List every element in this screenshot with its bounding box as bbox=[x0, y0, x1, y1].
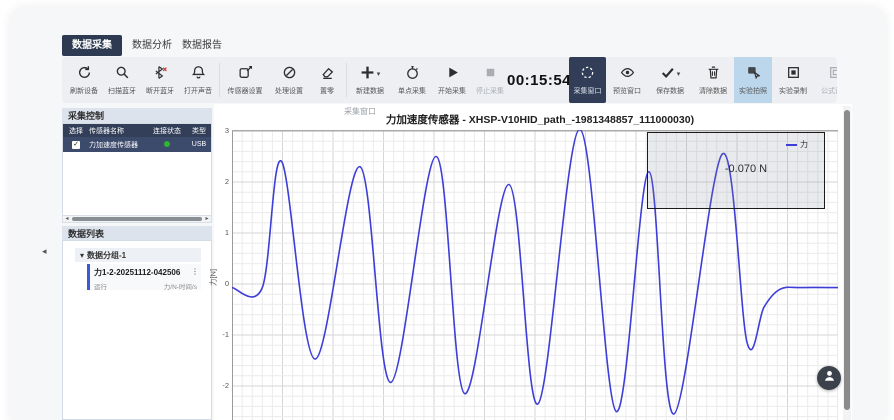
sensor-edit-icon bbox=[238, 65, 253, 85]
experiment-record-button[interactable]: 实验录制 bbox=[772, 57, 814, 103]
collect-window-button[interactable]: 采集窗口 bbox=[569, 57, 606, 103]
stop-icon bbox=[483, 65, 498, 85]
y-axis-title: 力[N] bbox=[208, 263, 219, 293]
sidebar-collapse-arrow[interactable]: ◂ bbox=[42, 247, 47, 256]
play-icon bbox=[445, 65, 460, 85]
process-settings-button[interactable]: 处理设置 bbox=[268, 57, 310, 103]
sensor-settings-button[interactable]: 传感器设置 bbox=[222, 57, 268, 103]
collection-timer: 00:15:54 bbox=[509, 57, 569, 103]
scroll-left-icon[interactable]: ◂ bbox=[63, 216, 71, 222]
toolbar: 刷新设备 扫描蓝牙 断开蓝牙 打开声音 传感器设置 处理设置 置零 ▾ bbox=[62, 57, 837, 103]
app-window: ◂ 数据采集 数据分析 数据报告 刷新设备 扫描蓝牙 断开蓝牙 打开声音 传感器… bbox=[0, 0, 894, 420]
eye-icon bbox=[620, 65, 635, 85]
sound-button[interactable]: 打开声音 bbox=[179, 57, 217, 103]
y-axis-tick-label: 2 bbox=[214, 177, 229, 186]
bell-icon bbox=[191, 65, 206, 85]
sensor-table-header: 选择 传感器名称 连接状态 类型 bbox=[63, 124, 211, 137]
start-collection-button[interactable]: 开始采集 bbox=[433, 57, 471, 103]
save-data-button[interactable]: ▾ 保存数据 bbox=[648, 57, 692, 103]
data-group-row[interactable]: ▾ 数据分组-1 bbox=[75, 248, 201, 262]
tab-data-collection[interactable]: 数据采集 bbox=[62, 35, 122, 56]
y-axis-tick-label: 3 bbox=[214, 126, 229, 135]
assistant-fab-button[interactable] bbox=[817, 366, 841, 390]
vscroll-thumb[interactable] bbox=[844, 110, 850, 410]
y-axis-tick-label: 0 bbox=[214, 279, 229, 288]
sensor-type: USB bbox=[187, 141, 211, 148]
preview-window-button[interactable]: 预览窗口 bbox=[606, 57, 648, 103]
scroll-right-icon[interactable]: ▸ bbox=[203, 216, 211, 222]
stopwatch-icon bbox=[405, 65, 420, 85]
clear-data-button[interactable]: 清除数据 bbox=[692, 57, 734, 103]
sensor-checkbox[interactable]: ✓ bbox=[72, 141, 80, 149]
person-icon bbox=[823, 369, 836, 387]
pointer-capture-icon bbox=[746, 65, 761, 85]
eraser-icon bbox=[320, 65, 335, 85]
legend-swatch bbox=[786, 144, 797, 146]
experiment-photo-button[interactable]: 实验拍照 bbox=[734, 57, 772, 103]
chart-vscrollbar[interactable] bbox=[843, 106, 851, 420]
dashed-circle-icon bbox=[580, 65, 595, 85]
sensor-table-hscrollbar[interactable]: ◂ ▸ bbox=[62, 215, 212, 223]
data-list-body: ▾ 数据分组-1 力1-2-20251112-042506 ⋮ 运行 力/N-时… bbox=[62, 240, 212, 420]
acquisition-control-header: 采集控制 bbox=[62, 108, 212, 123]
new-data-button[interactable]: ▾ 新建数据 bbox=[349, 57, 391, 103]
data-item-axes: 力/N-时间/s bbox=[164, 281, 197, 291]
item-menu-icon[interactable]: ⋮ bbox=[191, 267, 199, 276]
bluetooth-disconnect-icon bbox=[153, 65, 168, 85]
search-icon bbox=[115, 65, 130, 85]
formula-calc-button[interactable]: 公式计算 bbox=[814, 57, 837, 103]
connection-status-dot bbox=[164, 141, 170, 147]
y-axis-tick-label: 1 bbox=[214, 228, 229, 237]
data-item-title: 力1-2-20251112-042506 bbox=[94, 267, 197, 278]
data-item-status: 运行 bbox=[94, 281, 107, 291]
plus-icon bbox=[360, 65, 375, 85]
trash-icon bbox=[706, 65, 721, 85]
sensor-table: 选择 传感器名称 连接状态 类型 ✓ 力加速度传感器 USB bbox=[62, 123, 212, 223]
caret-down-icon[interactable]: ▾ bbox=[677, 71, 681, 78]
stop-collection-button[interactable]: 停止采集 bbox=[471, 57, 509, 103]
tree-expand-icon[interactable]: ▾ bbox=[80, 251, 84, 260]
refresh-device-button[interactable]: 刷新设备 bbox=[65, 57, 103, 103]
gauge-icon bbox=[282, 65, 297, 85]
formula-icon bbox=[828, 65, 838, 85]
check-icon bbox=[660, 65, 675, 85]
hscroll-thumb[interactable] bbox=[72, 217, 202, 221]
chart-legend: 力 bbox=[786, 139, 808, 150]
toolbar-separator bbox=[346, 63, 347, 97]
y-axis-tick-label: -2 bbox=[214, 381, 229, 390]
caret-down-icon[interactable]: ▾ bbox=[377, 71, 381, 78]
sensor-name: 力加速度传感器 bbox=[89, 140, 147, 150]
data-list-header: 数据列表 bbox=[62, 226, 212, 241]
y-axis-tick-label: -1 bbox=[214, 330, 229, 339]
value-annotation: -0.070 N bbox=[700, 163, 792, 175]
sensor-table-row[interactable]: ✓ 力加速度传感器 USB bbox=[63, 137, 211, 152]
chart-title: 力加速度传感器 - XHSP-V10HID_path_-1981348857_1… bbox=[260, 112, 820, 127]
legend-label: 力 bbox=[800, 139, 808, 150]
tab-data-report[interactable]: 数据报告 bbox=[182, 35, 222, 56]
single-point-button[interactable]: 单点采集 bbox=[391, 57, 433, 103]
data-item[interactable]: 力1-2-20251112-042506 ⋮ 运行 力/N-时间/s bbox=[87, 264, 201, 290]
toolbar-separator bbox=[219, 63, 220, 97]
disconnect-bluetooth-button[interactable]: 断开蓝牙 bbox=[141, 57, 179, 103]
refresh-icon bbox=[77, 65, 92, 85]
tab-data-analysis[interactable]: 数据分析 bbox=[132, 35, 172, 56]
screen-record-icon bbox=[786, 65, 801, 85]
scan-bluetooth-button[interactable]: 扫描蓝牙 bbox=[103, 57, 141, 103]
tare-button[interactable]: 置零 bbox=[310, 57, 344, 103]
